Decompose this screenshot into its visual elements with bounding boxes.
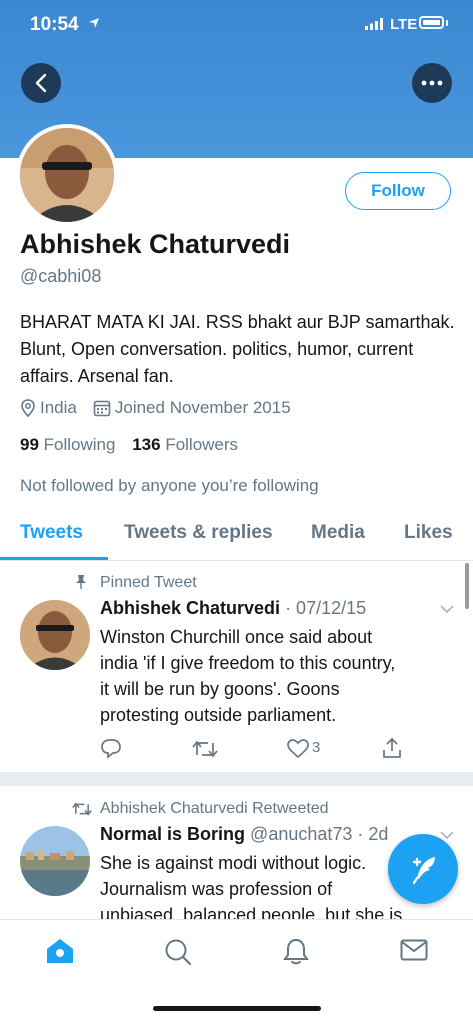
profile-stats: 99 Following 136 Followers	[20, 435, 238, 455]
tweet-actions: 3	[100, 737, 410, 760]
profile-meta: India Joined November 2015	[20, 398, 291, 418]
notifications-bell-icon[interactable]	[283, 938, 309, 966]
more-options-button[interactable]	[412, 63, 452, 103]
back-arrow-icon	[35, 73, 47, 93]
followers-link[interactable]: 136 Followers	[132, 435, 238, 454]
tweet-text-line: it will be run by goons'. Goons	[100, 679, 340, 699]
tweet-text-line: unbiased, balanced people, but she is	[100, 905, 403, 919]
tweet-handle: @anuchat73	[250, 824, 353, 844]
tweet-context: Abhishek Chaturvedi Retweeted	[100, 800, 329, 817]
home-indicator	[153, 1006, 321, 1011]
tweet-date: · 07/12/15	[285, 598, 367, 618]
status-bar: 10:54 LTE	[0, 0, 473, 50]
home-icon[interactable]	[46, 938, 74, 964]
profile-avatar[interactable]	[16, 124, 118, 226]
profile-joined: Joined November 2015	[114, 398, 291, 417]
battery-tip	[446, 20, 448, 26]
location-pin-icon	[21, 399, 35, 417]
calendar-icon	[93, 400, 111, 417]
chevron-down-icon[interactable]	[439, 604, 455, 614]
tweet-text-line: protesting outside parliament.	[100, 705, 337, 725]
tweet-avatar[interactable]	[20, 600, 90, 670]
tweet-header: Abhishek Chaturvedi · 07/12/15	[100, 598, 366, 619]
network-label: LTE	[390, 16, 418, 33]
tweet-context: Pinned Tweet	[100, 574, 197, 591]
tweet-text: Winston Churchill once said about india …	[100, 624, 460, 728]
followers-count: 136	[132, 435, 161, 454]
tweet-text-line: india 'if I give freedom to this country…	[100, 653, 396, 673]
not-followed-note: Not followed by anyone you’re following	[20, 476, 319, 495]
tweet-author[interactable]: Abhishek Chaturvedi	[100, 598, 280, 618]
battery-icon	[419, 16, 444, 29]
more-dots-icon	[421, 80, 443, 86]
following-label: Following	[43, 435, 116, 454]
location-arrow-icon	[89, 18, 99, 28]
retweet-icon[interactable]	[192, 739, 218, 759]
compose-feather-icon	[412, 857, 435, 885]
profile-bio: BHARAT MATA KI JAI. RSS bhakt aur BJP sa…	[20, 312, 455, 386]
following-count: 99	[20, 435, 39, 454]
profile-location: India	[40, 398, 77, 417]
like-count: 3	[312, 739, 321, 756]
search-icon[interactable]	[164, 938, 192, 966]
profile-tabs: Tweets Tweets & replies Media Likes	[0, 510, 473, 561]
status-time: 10:54	[30, 14, 79, 35]
tweet-pinned[interactable]: Pinned Tweet Abhishek Chaturvedi · 07/12…	[0, 562, 473, 772]
back-button[interactable]	[21, 63, 61, 103]
tweet-date: · 2d	[357, 824, 389, 844]
section-divider	[0, 772, 473, 786]
tab-tweets[interactable]: Tweets	[20, 522, 83, 544]
tab-media[interactable]: Media	[311, 522, 365, 544]
pin-icon	[76, 575, 86, 589]
signal-icon	[365, 18, 383, 30]
tweet-author[interactable]: Normal is Boring	[100, 824, 245, 844]
active-tab-indicator	[0, 557, 108, 560]
profile-name: Abhishek Chaturvedi	[20, 229, 291, 259]
profile-handle: @cabhi08	[20, 266, 102, 286]
tweet-avatar[interactable]	[20, 826, 90, 896]
compose-tweet-button[interactable]	[388, 834, 458, 904]
tab-tweets-replies[interactable]: Tweets & replies	[124, 522, 273, 544]
tweet-text-line: Winston Churchill once said about	[100, 627, 373, 647]
reply-icon[interactable]	[100, 738, 122, 758]
tweet-header: Normal is Boring @anuchat73 · 2d	[100, 824, 388, 845]
following-link[interactable]: 99 Following	[20, 435, 115, 454]
retweet-context-icon	[72, 802, 92, 816]
tab-likes[interactable]: Likes	[404, 522, 453, 544]
share-icon[interactable]	[381, 737, 403, 759]
followers-label: Followers	[165, 435, 239, 454]
messages-envelope-icon[interactable]	[400, 938, 428, 962]
like-icon[interactable]	[287, 739, 309, 759]
follow-button[interactable]: Follow	[345, 172, 451, 210]
